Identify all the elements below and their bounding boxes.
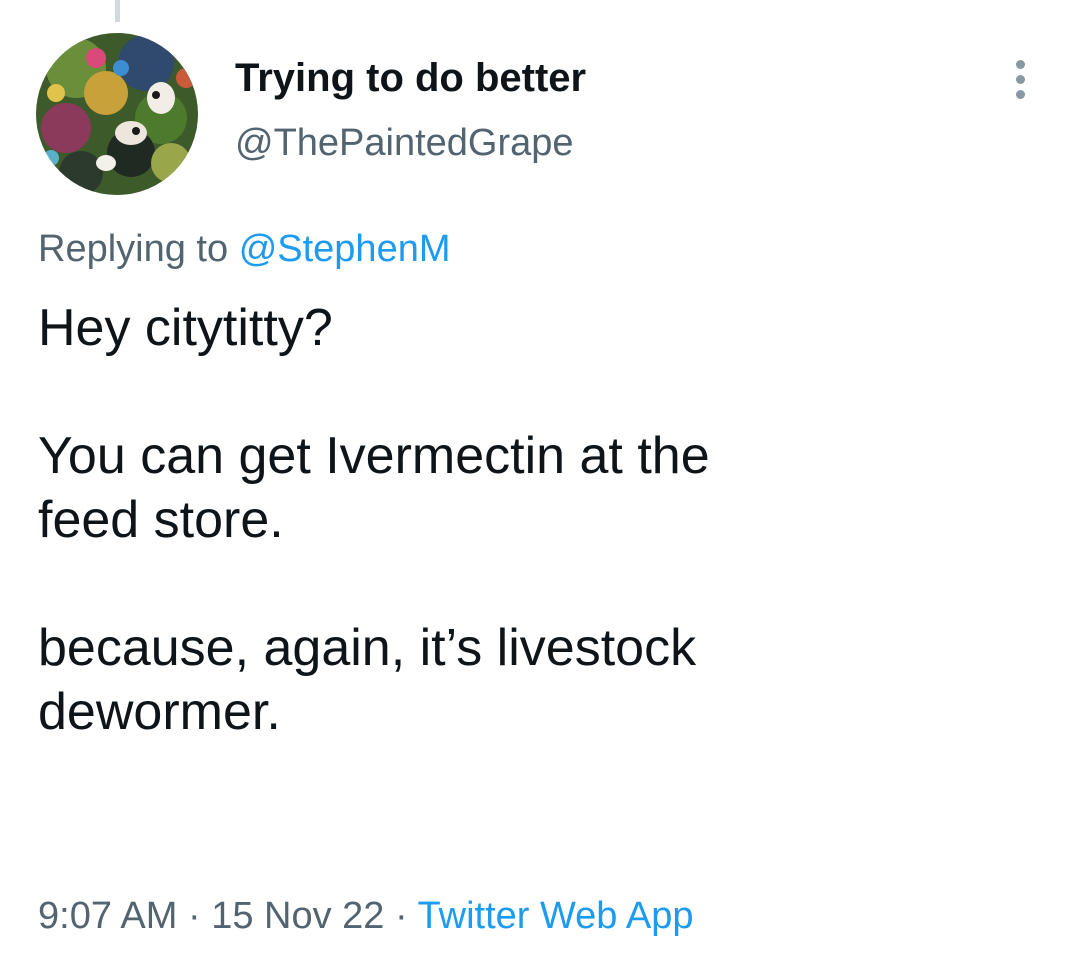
display-name[interactable]: Trying to do better — [235, 56, 586, 101]
tweet-text-line: dewormer. — [38, 683, 281, 741]
more-vertical-icon — [1015, 89, 1025, 99]
replying-to-prefix: Replying to — [38, 228, 229, 270]
tweet-source-link[interactable]: Twitter Web App — [418, 895, 694, 937]
user-handle[interactable]: @ThePaintedGrape — [235, 122, 574, 165]
tweet-date[interactable]: 15 Nov 22 — [211, 895, 384, 937]
more-vertical-icon — [1015, 74, 1025, 84]
more-options-button[interactable] — [1000, 55, 1040, 103]
thread-connector-line — [115, 0, 120, 22]
tweet-text-line: Hey citytitty? — [38, 299, 333, 357]
tweet-text: Hey citytitty? You can get Ivermectin at… — [38, 296, 1038, 744]
tweet-text-line: because, again, it’s livestock — [38, 619, 697, 677]
tweet-meta: 9:07 AM · 15 Nov 22 · Twitter Web App — [38, 895, 694, 938]
replying-to-line: Replying to @StephenM — [38, 228, 451, 271]
tweet-text-line: feed store. — [38, 491, 284, 549]
tweet-text-line: You can get Ivermectin at the — [38, 427, 710, 485]
meta-separator: · — [187, 895, 201, 937]
tweet-time[interactable]: 9:07 AM — [38, 895, 177, 937]
meta-separator: · — [395, 895, 408, 937]
avatar-image — [36, 33, 198, 195]
avatar[interactable] — [36, 33, 198, 195]
more-vertical-icon — [1015, 59, 1025, 69]
replying-to-mention-link[interactable]: @StephenM — [239, 228, 451, 270]
